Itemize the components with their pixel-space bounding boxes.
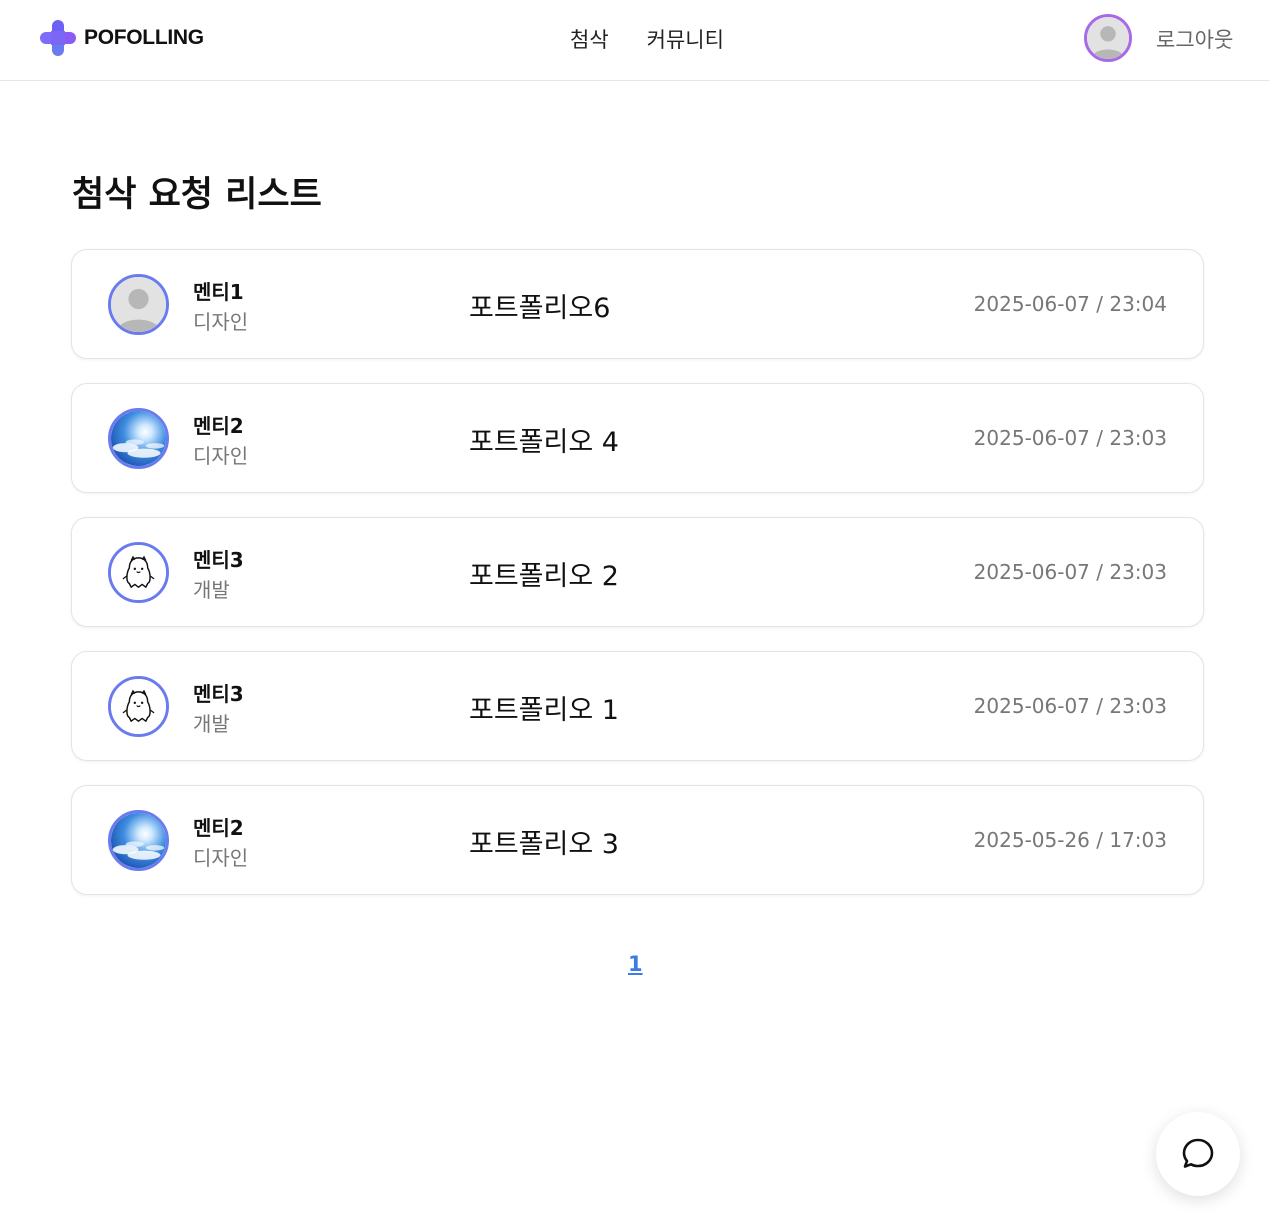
- top-header: POFOLLING 첨삭 커뮤니티 로그아웃: [0, 0, 1269, 81]
- logout-button[interactable]: 로그아웃: [1156, 24, 1233, 54]
- mentee-avatar: [108, 810, 169, 871]
- mentee-name: 멘티2: [193, 816, 244, 840]
- portfolio-title: 포트폴리오 2: [469, 561, 619, 592]
- nav-item-community[interactable]: 커뮤니티: [647, 24, 724, 54]
- request-date: 2025-06-07 / 23:03: [973, 694, 1167, 718]
- portfolio-title: 포트폴리오 1: [469, 695, 619, 726]
- mentee-field: 디자인: [193, 444, 249, 468]
- mentee-name: 멘티2: [193, 414, 244, 438]
- chat-button[interactable]: [1156, 1112, 1240, 1196]
- request-card[interactable]: 멘티3 개발 포트폴리오 2 2025-06-07 / 23:03: [71, 517, 1204, 627]
- request-date: 2025-06-07 / 23:03: [973, 560, 1167, 584]
- main-nav: 첨삭 커뮤니티: [570, 24, 724, 54]
- page-title: 첨삭 요청 리스트: [72, 175, 322, 215]
- sky-photo-avatar: [111, 411, 166, 466]
- mentee-field: 개발: [193, 712, 230, 736]
- mentee-field: 디자인: [193, 310, 249, 334]
- request-date: 2025-06-07 / 23:03: [973, 426, 1167, 450]
- portfolio-title: 포트폴리오 4: [469, 427, 619, 458]
- ghost-character-icon: [111, 679, 166, 734]
- request-date: 2025-06-07 / 23:04: [973, 292, 1167, 316]
- request-list: 멘티1 디자인 포트폴리오6 2025-06-07 / 23:04 멘티2 디자…: [71, 249, 1204, 919]
- chat-bubble-icon: [1182, 1138, 1214, 1168]
- sky-photo-avatar: [111, 813, 166, 868]
- default-user-icon: [1087, 17, 1129, 59]
- portfolio-title: 포트폴리오 3: [469, 829, 619, 860]
- mentee-avatar: [108, 274, 169, 335]
- portfolio-title: 포트폴리오6: [469, 293, 611, 324]
- logo[interactable]: POFOLLING: [38, 18, 204, 58]
- request-card[interactable]: 멘티1 디자인 포트폴리오6 2025-06-07 / 23:04: [71, 249, 1204, 359]
- request-date: 2025-05-26 / 17:03: [973, 828, 1167, 852]
- mentee-name: 멘티1: [193, 280, 244, 304]
- mentee-name: 멘티3: [193, 682, 244, 706]
- mentee-field: 디자인: [193, 846, 249, 870]
- clover-logo-icon: [40, 20, 76, 56]
- mentee-name: 멘티3: [193, 548, 244, 572]
- request-card[interactable]: 멘티2 디자인 포트폴리오 4 2025-06-07 / 23:03: [71, 383, 1204, 493]
- ghost-character-icon: [111, 545, 166, 600]
- request-card[interactable]: 멘티2 디자인 포트폴리오 3 2025-05-26 / 17:03: [71, 785, 1204, 895]
- nav-item-feedback[interactable]: 첨삭: [570, 24, 609, 54]
- mentee-avatar: [108, 542, 169, 603]
- mentee-avatar: [108, 676, 169, 737]
- user-avatar[interactable]: [1084, 14, 1132, 62]
- mentee-field: 개발: [193, 578, 230, 602]
- logo-text: POFOLLING: [84, 26, 204, 49]
- mentee-avatar: [108, 408, 169, 469]
- page-number-1[interactable]: 1: [628, 952, 643, 976]
- default-user-icon: [111, 277, 166, 332]
- request-card[interactable]: 멘티3 개발 포트폴리오 1 2025-06-07 / 23:03: [71, 651, 1204, 761]
